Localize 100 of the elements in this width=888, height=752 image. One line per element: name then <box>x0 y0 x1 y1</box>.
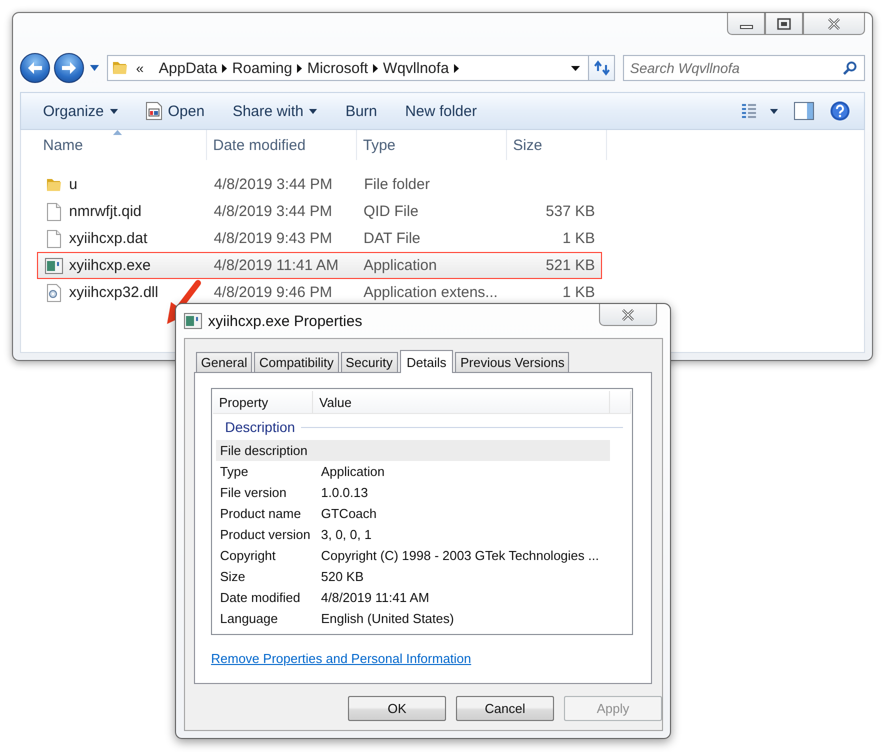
column-header[interactable]: Size <box>507 130 607 160</box>
remove-properties-link[interactable]: Remove Properties and Personal Information <box>211 651 472 666</box>
search-field[interactable]: Search Wqvllnofa <box>623 55 865 81</box>
chevron-icon <box>297 64 302 72</box>
tab[interactable]: General <box>196 352 252 372</box>
overflow-chevron[interactable]: « <box>136 60 144 76</box>
caret-icon <box>571 66 580 70</box>
type-cell-text: DAT File <box>362 230 422 247</box>
application-icon <box>45 258 63 274</box>
size-cell-text: 537 KB <box>544 203 596 220</box>
property-value: Application <box>321 464 385 479</box>
property-value: Copyright (C) 1998 - 2003 GTek Technologies ... <box>321 548 599 563</box>
minimize-icon <box>740 24 752 28</box>
property-value: 4/8/2019 11:41 AM <box>321 590 430 605</box>
dialog-button[interactable]: OK <box>348 696 446 721</box>
tab[interactable]: Security <box>340 352 398 372</box>
property-name: Date modified <box>219 590 302 605</box>
chevron-icon <box>222 64 228 72</box>
tab[interactable]: Previous Versions <box>455 352 570 372</box>
date-cell-text: 4/8/2019 11:41 AM <box>212 257 340 274</box>
toolbar-button[interactable]: Open <box>138 98 213 124</box>
maximize-button[interactable] <box>765 13 803 35</box>
document-icon <box>146 102 162 120</box>
chevron-icon <box>373 64 378 72</box>
close-button[interactable] <box>599 304 657 326</box>
search-icon <box>843 61 857 75</box>
column-header[interactable]: Property <box>213 391 314 413</box>
breadcrumb[interactable]: Wqvllnofa <box>378 60 454 76</box>
window-title: xyiihcxp.exe Properties <box>208 312 362 330</box>
file-name[interactable]: xyiihcxp32.dll <box>69 284 158 301</box>
type-cell-text: Application extens... <box>362 284 499 301</box>
property-name: Language <box>219 611 279 626</box>
property-value: 3, 0, 0, 1 <box>321 527 372 542</box>
caret-icon <box>90 65 99 71</box>
application-icon <box>184 313 202 329</box>
tab[interactable]: Details <box>400 350 454 373</box>
folder-icon <box>112 60 128 76</box>
type-cell-text: Application <box>362 257 438 274</box>
document-icon <box>47 202 61 220</box>
breadcrumb[interactable]: Roaming <box>227 60 298 76</box>
size-cell-text: 1 KB <box>561 284 596 301</box>
view-list-icon <box>742 103 756 119</box>
size-cell-text: 521 KB <box>544 257 596 274</box>
property-name: File version <box>219 485 288 500</box>
type-cell-text: File folder <box>363 176 431 193</box>
date-cell-text: 4/8/2019 9:43 PM <box>212 230 334 247</box>
date-cell-text: 4/8/2019 3:44 PM <box>212 203 334 220</box>
folder-icon <box>46 176 62 192</box>
toolbar-button[interactable]: Burn <box>337 98 386 124</box>
toolbar-button[interactable]: Organize <box>35 98 126 124</box>
dialog-button[interactable]: Cancel <box>456 696 554 721</box>
left-arrow-icon <box>27 61 43 75</box>
property-value: English (United States) <box>321 611 454 626</box>
column-header[interactable]: Type <box>357 130 507 160</box>
file-name[interactable]: nmrwfjt.qid <box>69 203 142 220</box>
address-bar[interactable]: « AppData Roaming Microsoft Wqvllnofa <box>107 55 615 81</box>
forward-button[interactable] <box>54 53 84 83</box>
back-button[interactable] <box>20 53 50 83</box>
maximize-icon <box>776 16 792 30</box>
sort-arrow-icon <box>113 130 122 135</box>
right-arrow-icon <box>61 61 77 75</box>
refresh-icon <box>594 60 610 76</box>
minimize-button[interactable] <box>727 13 765 35</box>
refresh-button[interactable] <box>588 56 614 80</box>
breadcrumb[interactable]: AppData <box>154 60 222 76</box>
group-heading: Description <box>225 419 296 435</box>
property-name: Copyright <box>219 548 277 563</box>
date-cell-text: 4/8/2019 3:44 PM <box>213 176 334 193</box>
recent-pages-button[interactable] <box>88 65 101 71</box>
property-name: Type <box>219 464 250 479</box>
property-name: Size <box>219 569 246 584</box>
caret-icon <box>770 108 778 114</box>
date-cell-text: 4/8/2019 9:46 PM <box>212 284 334 301</box>
type-cell-text: QID File <box>362 203 420 220</box>
close-icon <box>827 16 841 30</box>
property-value: 1.0.0.13 <box>321 485 368 500</box>
column-header[interactable]: Date modified <box>207 130 357 160</box>
property-value: 520 KB <box>321 569 364 584</box>
file-name[interactable]: xyiihcxp.exe <box>69 257 151 274</box>
file-name[interactable]: u <box>69 176 78 193</box>
caret-icon <box>309 108 318 114</box>
chevron-icon <box>454 64 459 72</box>
help-icon <box>830 101 850 121</box>
gear-document-icon <box>47 284 61 302</box>
toolbar-button[interactable]: Share with <box>224 98 326 124</box>
property-name: Product name <box>219 506 302 521</box>
file-name[interactable]: xyiihcxp.dat <box>69 230 148 247</box>
close-icon <box>621 308 635 322</box>
column-header[interactable]: Value <box>313 391 610 413</box>
caret-icon <box>110 108 118 114</box>
document-icon <box>47 230 61 248</box>
pane-icon <box>794 102 814 120</box>
close-button[interactable] <box>803 13 865 35</box>
toolbar-button[interactable]: New folder <box>397 98 485 124</box>
breadcrumb[interactable]: Microsoft <box>302 60 374 76</box>
tab[interactable]: Compatibility <box>254 352 339 372</box>
property-value: GTCoach <box>321 506 377 521</box>
column-header[interactable]: Name <box>37 130 207 160</box>
property-name: Product version <box>219 527 312 542</box>
size-cell-text: 1 KB <box>561 230 596 247</box>
